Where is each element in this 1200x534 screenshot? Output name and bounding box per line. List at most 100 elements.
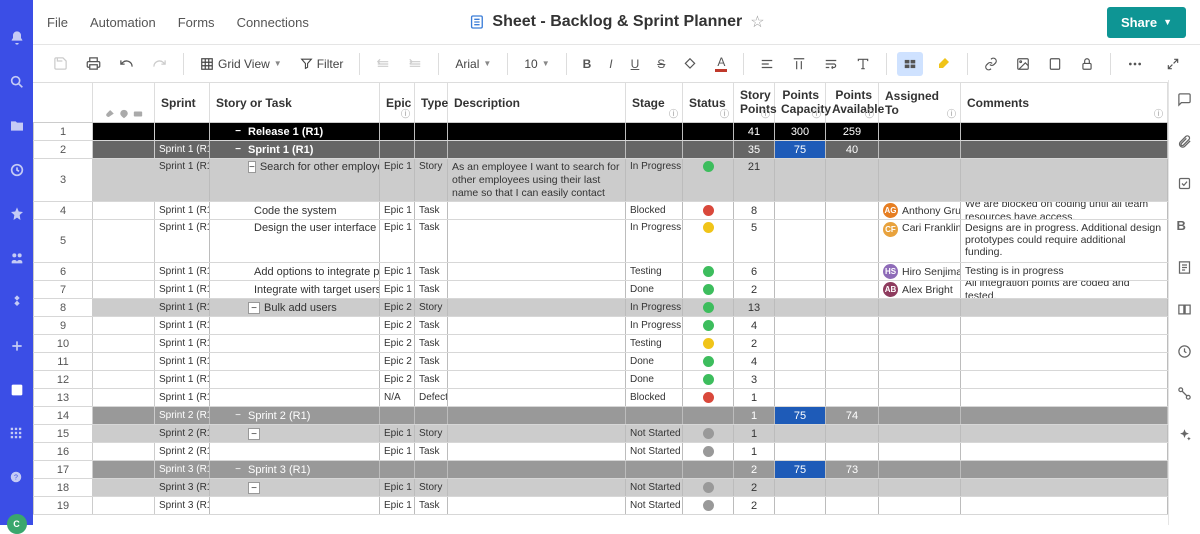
table-row[interactable]: 13 Sprint 1 (R1) N/A Defect Blocked 1 xyxy=(33,389,1168,407)
table-row[interactable]: 6 Sprint 1 (R1) Add options to integrate… xyxy=(33,263,1168,281)
header-comm[interactable]: Commentsⓘ xyxy=(961,83,1168,122)
row-number[interactable]: 4 xyxy=(33,202,93,219)
bold-icon[interactable]: B xyxy=(577,52,598,76)
table-row[interactable]: 7 Sprint 1 (R1) Integrate with target us… xyxy=(33,281,1168,299)
save-icon[interactable] xyxy=(47,51,74,76)
search-icon[interactable] xyxy=(9,74,25,90)
favorite-star-icon[interactable]: ☆ xyxy=(750,12,764,32)
header-sprint[interactable]: Sprint xyxy=(155,83,210,122)
row-number[interactable]: 18 xyxy=(33,479,93,496)
link-icon[interactable] xyxy=(978,52,1004,76)
font-selector[interactable]: Arial▼ xyxy=(449,53,497,75)
row-number[interactable]: 13 xyxy=(33,389,93,406)
header-stage[interactable]: Stageⓘ xyxy=(626,83,683,122)
table-row[interactable]: 19 Sprint 3 (R1) Epic 1 Task Not Started… xyxy=(33,497,1168,515)
table-row[interactable]: 8 Sprint 1 (R1) −Bulk add users Epic 2 S… xyxy=(33,299,1168,317)
row-number[interactable]: 5 xyxy=(33,220,93,262)
table-row[interactable]: 4 Sprint 1 (R1) Code the system Epic 1 T… xyxy=(33,202,1168,220)
align-top-icon[interactable] xyxy=(786,52,812,76)
menu-forms[interactable]: Forms xyxy=(178,15,215,30)
more-icon[interactable] xyxy=(1121,51,1149,77)
row-number[interactable]: 11 xyxy=(33,353,93,370)
collapse-icon[interactable]: − xyxy=(232,464,244,476)
menu-file[interactable]: File xyxy=(47,15,68,30)
table-row[interactable]: 10 Sprint 1 (R1) Epic 2 Task Testing 2 xyxy=(33,335,1168,353)
row-number[interactable]: 1 xyxy=(33,123,93,140)
row-number[interactable]: 7 xyxy=(33,281,93,298)
connections-icon[interactable] xyxy=(1177,386,1193,402)
brandfolder-icon[interactable]: B xyxy=(1177,218,1193,234)
collapse-icon[interactable]: − xyxy=(232,126,244,138)
comment-icon[interactable] xyxy=(1177,92,1193,108)
indent-icon[interactable] xyxy=(402,52,428,76)
menu-connections[interactable]: Connections xyxy=(237,15,309,30)
apps-icon[interactable] xyxy=(9,426,25,442)
table-row[interactable]: 14 Sprint 2 (R1) −Sprint 2 (R1) 1 75 74 xyxy=(33,407,1168,425)
collapse-icon[interactable]: − xyxy=(248,161,256,173)
lock-icon[interactable] xyxy=(1074,52,1100,76)
header-story[interactable]: Story or Task xyxy=(210,83,380,122)
row-number[interactable]: 12 xyxy=(33,371,93,388)
undo-icon[interactable] xyxy=(113,51,140,76)
header-desc[interactable]: Description xyxy=(448,83,626,122)
attachment-icon[interactable] xyxy=(1177,134,1193,150)
header-pts[interactable]: Story Pointsⓘ xyxy=(734,83,775,122)
row-number[interactable]: 8 xyxy=(33,299,93,316)
workapp-icon[interactable] xyxy=(9,294,25,310)
textcolor-icon[interactable]: A xyxy=(709,50,733,77)
collapse-icon[interactable]: − xyxy=(232,410,244,422)
star-icon[interactable] xyxy=(9,206,25,222)
header-status[interactable]: Statusⓘ xyxy=(683,83,734,122)
expand-icon[interactable] xyxy=(1160,52,1186,76)
table-row[interactable]: 18 Sprint 3 (R1) − Epic 1 Story Not Star… xyxy=(33,479,1168,497)
collapse-icon[interactable]: − xyxy=(232,144,244,156)
table-row[interactable]: 16 Sprint 2 (R1) Epic 1 Task Not Started… xyxy=(33,443,1168,461)
table-row[interactable]: 5 Sprint 1 (R1) Design the user interfac… xyxy=(33,220,1168,263)
row-number[interactable]: 10 xyxy=(33,335,93,352)
help-icon[interactable]: ? xyxy=(9,470,25,486)
wrap-icon[interactable] xyxy=(818,52,844,76)
recents-icon[interactable] xyxy=(9,162,25,178)
header-epic[interactable]: Epicⓘ xyxy=(380,83,415,122)
table-row[interactable]: 15 Sprint 2 (R1) − Epic 1 Story Not Star… xyxy=(33,425,1168,443)
table-row[interactable]: 1 −Release 1 (R1) 41 300 259 xyxy=(33,123,1168,141)
highlight-icon[interactable] xyxy=(929,51,957,77)
fill-icon[interactable] xyxy=(677,52,703,76)
strike-icon[interactable]: S xyxy=(651,52,671,76)
row-number[interactable]: 6 xyxy=(33,263,93,280)
header-assign[interactable]: Assigned Toⓘ xyxy=(879,83,961,122)
row-number[interactable]: 15 xyxy=(33,425,93,442)
redo-icon[interactable] xyxy=(146,51,173,76)
proof-icon[interactable] xyxy=(1177,176,1193,192)
filter-button[interactable]: Filter xyxy=(294,53,350,75)
share-button[interactable]: Share▼ xyxy=(1107,7,1186,38)
print-icon[interactable] xyxy=(80,51,107,76)
view-selector[interactable]: Grid View▼ xyxy=(194,53,288,75)
fontsize-selector[interactable]: 10▼ xyxy=(518,53,555,75)
table-row[interactable]: 2 Sprint 1 (R1) −Sprint 1 (R1) 35 75 40 xyxy=(33,141,1168,159)
summary-icon[interactable] xyxy=(1177,260,1193,276)
ai-icon[interactable] xyxy=(1177,428,1193,444)
activity-icon[interactable] xyxy=(1177,344,1193,360)
row-number[interactable]: 3 xyxy=(33,159,93,201)
underline-icon[interactable]: U xyxy=(625,52,646,76)
folder-icon[interactable] xyxy=(9,118,25,134)
image-icon[interactable] xyxy=(1010,52,1036,76)
table-row[interactable]: 12 Sprint 1 (R1) Epic 2 Task Done 3 xyxy=(33,371,1168,389)
row-number[interactable]: 14 xyxy=(33,407,93,424)
table-row[interactable]: 11 Sprint 1 (R1) Epic 2 Task Done 4 xyxy=(33,353,1168,371)
user-avatar[interactable]: C xyxy=(7,514,27,534)
outdent-icon[interactable] xyxy=(370,52,396,76)
plus-icon[interactable] xyxy=(9,338,25,354)
menu-automation[interactable]: Automation xyxy=(90,15,156,30)
format-icon[interactable] xyxy=(850,52,876,76)
cardview-icon[interactable] xyxy=(897,52,923,76)
italic-icon[interactable]: I xyxy=(603,52,618,76)
header-avail[interactable]: Points Availableⓘ xyxy=(826,83,879,122)
collapse-icon[interactable]: − xyxy=(248,428,260,440)
bell-icon[interactable] xyxy=(9,30,25,46)
workspaces-icon[interactable] xyxy=(9,250,25,266)
publish-icon[interactable] xyxy=(1177,302,1193,318)
row-number[interactable]: 2 xyxy=(33,141,93,158)
row-number[interactable]: 17 xyxy=(33,461,93,478)
